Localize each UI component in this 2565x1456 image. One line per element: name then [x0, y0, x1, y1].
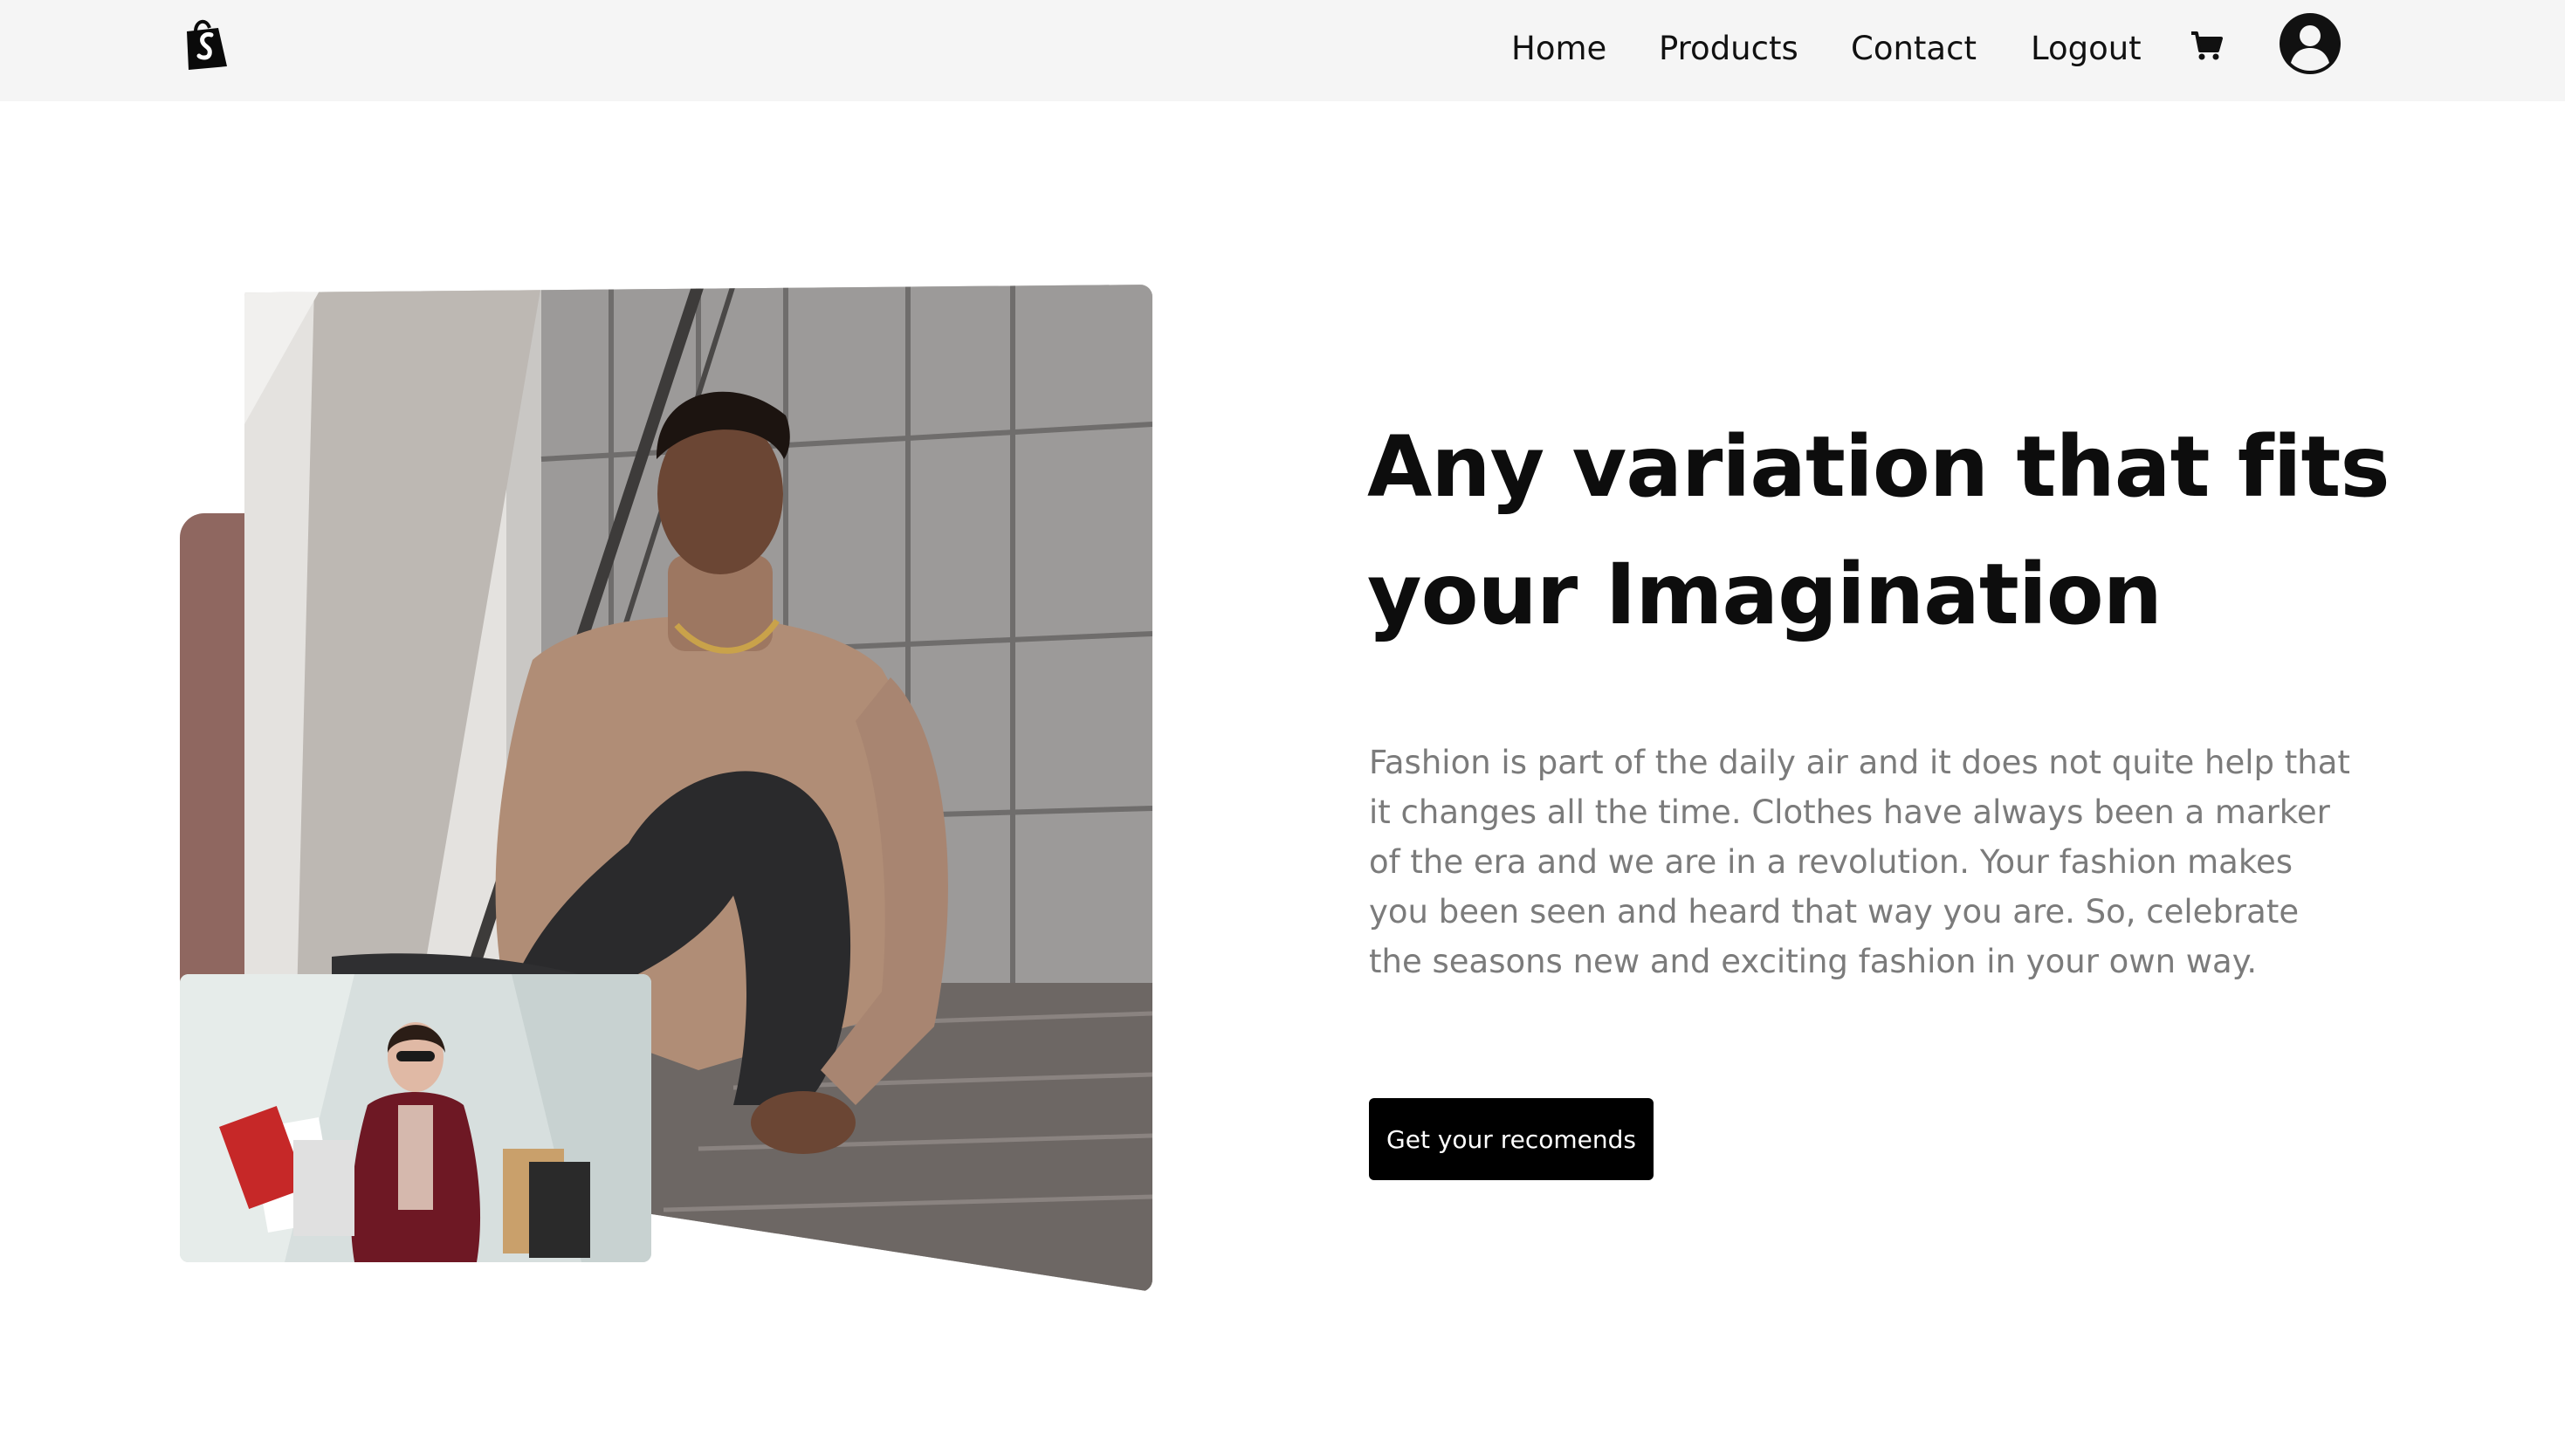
nav-link-logout[interactable]: Logout: [2031, 28, 2142, 70]
hero-title: Any variation that fits your Imagination: [1367, 403, 2415, 658]
nav-link-home[interactable]: Home: [1511, 28, 1606, 70]
woman-with-shopping-bags-photo: [180, 974, 651, 1262]
nav-menu: Home Products Contact Logout: [0, 0, 2565, 101]
nav-link-products[interactable]: Products: [1659, 28, 1798, 70]
hero-title-line-2: your Imagination: [1367, 546, 2163, 643]
user-circle-icon[interactable]: [2279, 12, 2342, 75]
nav-link-contact[interactable]: Contact: [1851, 28, 1977, 70]
cart-icon[interactable]: [2190, 30, 2225, 61]
hero-description: Fashion is part of the daily air and it …: [1369, 744, 2350, 980]
hero-title-line-1: Any variation that fits: [1367, 418, 2390, 516]
get-recommendations-button[interactable]: Get your recomends: [1369, 1098, 1654, 1180]
navbar: Home Products Contact Logout: [0, 0, 2565, 101]
